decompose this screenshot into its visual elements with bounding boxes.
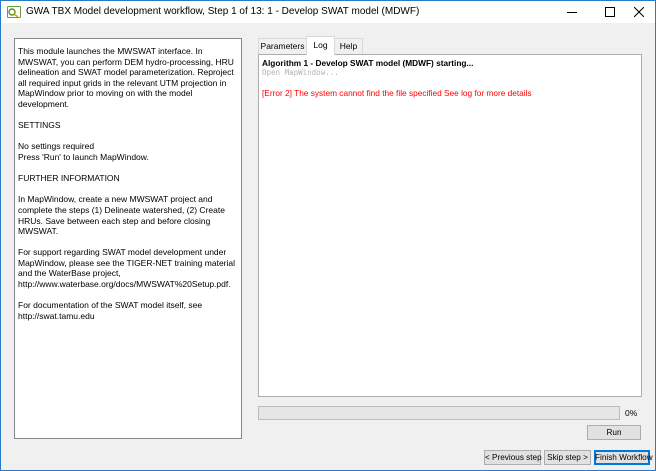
finish-workflow-button[interactable]: Finish Workflow xyxy=(594,450,653,465)
description-further-heading: FURTHER INFORMATION xyxy=(18,173,120,184)
qgis-app-icon xyxy=(7,6,21,18)
title-bar[interactable]: GWA TBX Model development workflow, Step… xyxy=(1,1,655,23)
close-icon xyxy=(633,7,644,17)
close-button[interactable] xyxy=(622,1,655,23)
log-open-mapwindow: Open MapWindow... xyxy=(262,68,339,77)
progress-label: 0% xyxy=(625,408,638,418)
log-title: Algorithm 1 - Develop SWAT model (MDWF) … xyxy=(262,58,474,68)
previous-step-button[interactable]: < Previous step xyxy=(484,450,542,465)
window-title: GWA TBX Model development workflow, Step… xyxy=(26,6,420,17)
description-settings-text: No settings required Press 'Run' to laun… xyxy=(18,141,149,162)
description-intro: This module launches the MWSWAT interfac… xyxy=(18,46,234,109)
log-panel[interactable]: Algorithm 1 - Develop SWAT model (MDWF) … xyxy=(258,54,642,397)
description-panel: This module launches the MWSWAT interfac… xyxy=(14,38,242,439)
log-error-message: [Error 2] The system cannot find the fil… xyxy=(262,88,532,98)
description-settings-heading: SETTINGS xyxy=(18,120,61,131)
workflow-window: GWA TBX Model development workflow, Step… xyxy=(0,0,656,471)
tab-parameters[interactable]: Parameters xyxy=(258,38,307,54)
progress-bar xyxy=(258,406,620,420)
description-support: For support regarding SWAT model develop… xyxy=(18,247,236,290)
skip-step-button[interactable]: Skip step > xyxy=(544,450,591,465)
minimize-icon xyxy=(566,12,577,13)
description-documentation: For documentation of the SWAT model itse… xyxy=(18,300,203,321)
run-button[interactable]: Run xyxy=(587,425,641,440)
description-mapwindow-steps: In MapWindow, create a new MWSWAT projec… xyxy=(18,194,225,237)
minimize-button[interactable] xyxy=(555,1,588,23)
tab-log[interactable]: Log xyxy=(306,36,335,55)
maximize-icon xyxy=(604,7,615,17)
tab-help[interactable]: Help xyxy=(334,38,363,54)
